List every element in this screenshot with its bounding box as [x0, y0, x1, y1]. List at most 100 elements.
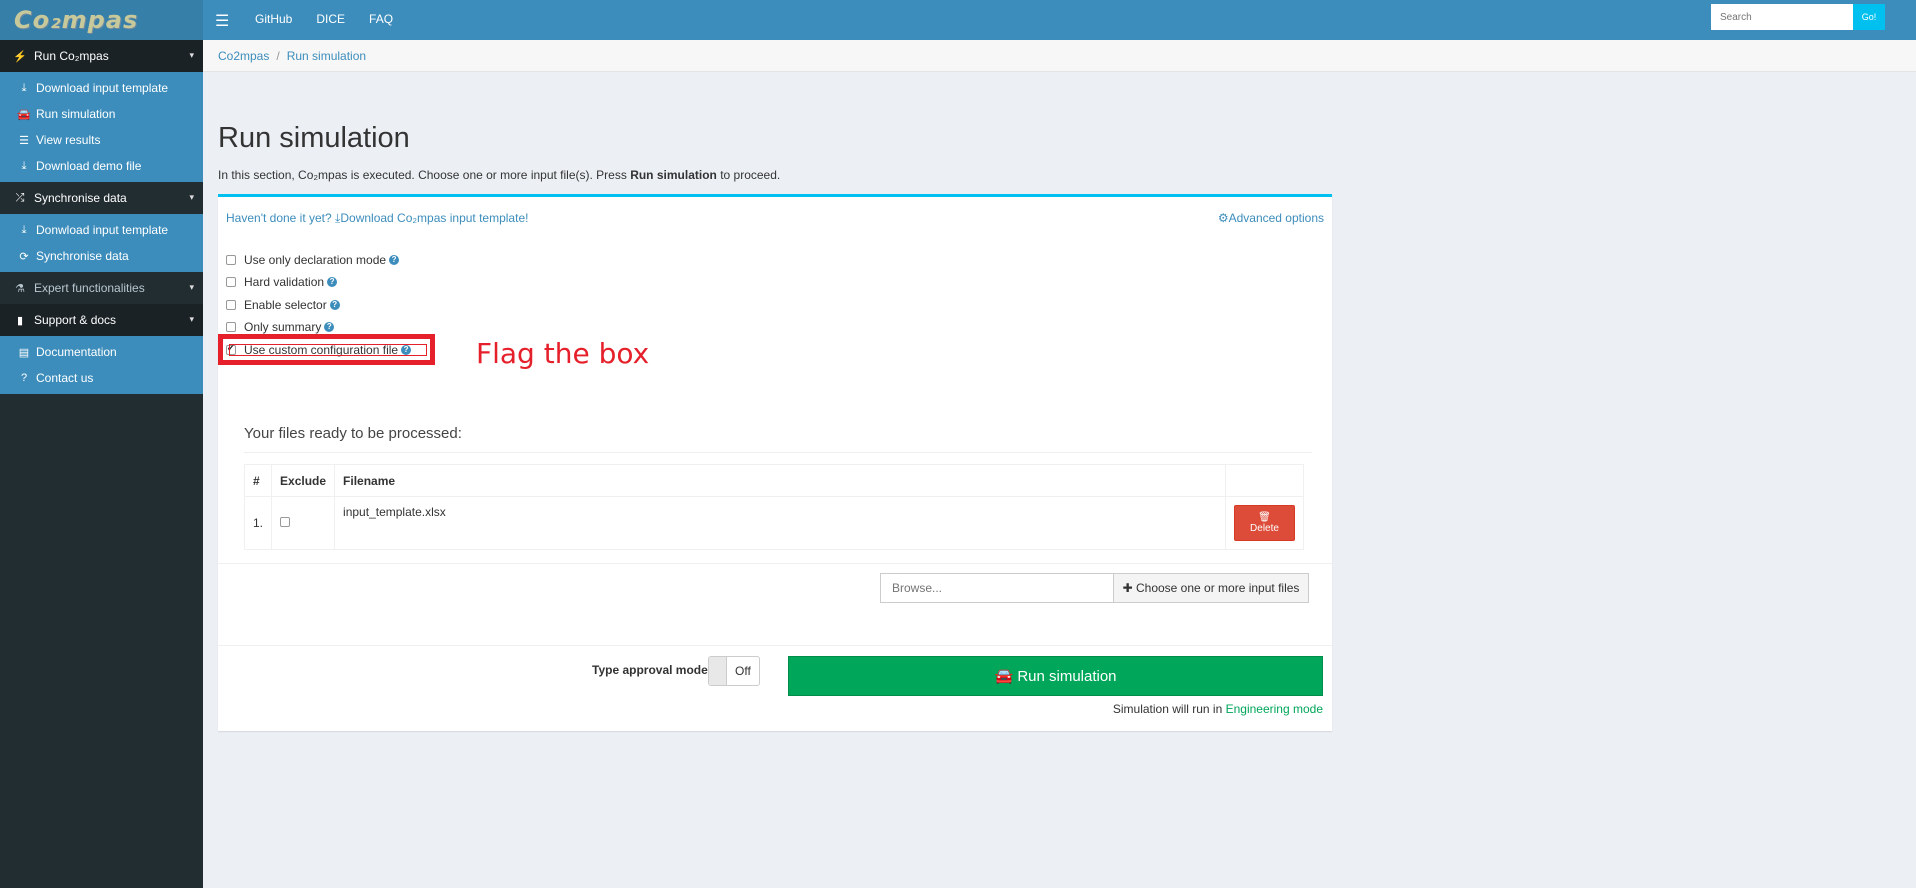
option-hard-validation[interactable]: Hard validation? [226, 275, 338, 289]
toggle-knob [709, 657, 727, 685]
gears-icon: ⚙ [1217, 211, 1229, 225]
download-icon: ⤓ [21, 81, 27, 94]
exclude-checkbox[interactable] [280, 517, 291, 527]
type-approval-label: Type approval mode [592, 663, 708, 677]
run-mode-note: Simulation will run in Engineering mode [1112, 702, 1323, 716]
shuffle-icon: ⤮ [15, 191, 25, 204]
filename-cell: input_template.xlsx [334, 496, 1226, 550]
option-only-summary[interactable]: Only summary? [226, 320, 335, 334]
breadcrumb: Co2mpas / Run simulation [203, 40, 1916, 72]
divider [218, 563, 1332, 564]
sidebar-item-download-demo-file[interactable]: ⤓ Download demo file [0, 153, 203, 179]
row-index: 1. [243, 496, 273, 550]
sidebar-section-label: Synchronise data [34, 191, 127, 205]
sidebar-section-run-compas[interactable]: ⚡ Run Co₂mpas ▾ [0, 40, 203, 72]
sidebar-item-donwload-input-template[interactable]: ⤓ Donwload input template [0, 217, 203, 243]
delete-button[interactable]: 🗑Delete [1234, 505, 1295, 541]
nav-link-dice[interactable]: DICE [304, 0, 357, 40]
action-cell: 🗑Delete [1225, 496, 1304, 550]
help-icon[interactable]: ? [324, 322, 335, 332]
exclude-cell [271, 496, 336, 550]
plus-icon: ✚ [1122, 581, 1133, 595]
annotation-highlight-box [218, 334, 435, 365]
top-nav-links: GitHub DICE FAQ [243, 0, 405, 40]
help-icon[interactable]: ? [327, 277, 338, 287]
files-section-title: Your files ready to be processed: [244, 425, 462, 442]
hamburger-icon[interactable]: ☰ [215, 11, 229, 31]
table-row: 1. input_template.xlsx 🗑Delete [243, 496, 1304, 550]
logo[interactable]: Co₂mpas [0, 0, 203, 40]
divider [218, 645, 1332, 646]
column-header-actions [1225, 464, 1304, 497]
sidebar-item-view-results[interactable]: ☰ View results [0, 127, 203, 153]
sidebar-section-expert-functionalities[interactable]: ⚗ Expert functionalities ▾ [0, 272, 203, 304]
chevron-down-icon: ▾ [189, 50, 194, 60]
only-summary-checkbox[interactable] [226, 322, 236, 332]
column-header-exclude: Exclude [271, 464, 336, 497]
download-icon: ⤓ [21, 223, 27, 236]
sidebar-section-support-docs[interactable]: ▮ Support & docs ▾ [0, 304, 203, 336]
chevron-down-icon: ▾ [189, 282, 194, 292]
sidebar-submenu-support: ▤ Documentation ? Contact us [0, 336, 203, 394]
column-header-filename: Filename [334, 464, 1226, 497]
sidebar-section-synchronise-data[interactable]: ⤮ Synchronise data ▾ [0, 182, 203, 214]
flask-icon: ⚗ [15, 282, 25, 295]
sidebar-item-contact-us[interactable]: ? Contact us [0, 365, 203, 391]
divider [244, 452, 1312, 453]
top-navbar: Co₂mpas ☰ GitHub DICE FAQ Go! [0, 0, 1916, 40]
run-simulation-button[interactable]: 🚘 Run simulation [788, 656, 1323, 696]
list-icon: ☰ [19, 134, 29, 147]
chevron-down-icon: ▾ [189, 314, 194, 324]
sidebar: ⚡ Run Co₂mpas ▾ ⤓ Download input template… [0, 40, 203, 888]
page-intro: In this section, Co₂mpas is executed. Ch… [218, 168, 781, 182]
car-icon: 🚘 [17, 108, 31, 121]
breadcrumb-separator: / [276, 48, 280, 63]
template-download-link[interactable]: Haven't done it yet? ⤓Download Co₂mpas i… [226, 211, 528, 226]
page-title: Run simulation [218, 122, 410, 154]
search-input[interactable] [1711, 4, 1853, 30]
sidebar-item-documentation[interactable]: ▤ Documentation [0, 339, 203, 365]
choose-input-files-button[interactable]: ✚ Choose one or more input files [1113, 573, 1309, 603]
hard-validation-checkbox[interactable] [226, 277, 236, 287]
chevron-down-icon: ▾ [189, 192, 194, 202]
book-icon: ▤ [18, 346, 30, 359]
bookmark-icon: ▮ [16, 314, 24, 327]
nav-link-github[interactable]: GitHub [243, 0, 304, 40]
sidebar-item-download-input-template[interactable]: ⤓ Download input template [0, 75, 203, 101]
help-icon[interactable]: ? [389, 255, 400, 265]
files-table: # Exclude Filename 1. input_template.xls… [243, 464, 1304, 550]
bolt-icon: ⚡ [13, 50, 27, 63]
sidebar-item-run-simulation[interactable]: 🚘 Run simulation [0, 101, 203, 127]
declaration-mode-checkbox[interactable] [226, 255, 236, 265]
sidebar-section-label: Run Co₂mpas [34, 49, 109, 63]
annotation-inner-outline [229, 344, 427, 356]
sidebar-item-synchronise-data[interactable]: ⟳ Synchronise data [0, 243, 203, 269]
breadcrumb-current[interactable]: Run simulation [287, 49, 366, 63]
sidebar-section-label: Support & docs [34, 313, 117, 327]
engineering-mode-link[interactable]: Engineering mode [1226, 702, 1323, 716]
option-enable-selector[interactable]: Enable selector? [226, 298, 340, 312]
sidebar-section-label: Expert functionalities [34, 281, 145, 295]
car-icon: 🚘 [994, 668, 1014, 685]
browse-input[interactable] [880, 573, 1114, 603]
type-approval-toggle[interactable]: Off [708, 656, 760, 686]
refresh-icon: ⟳ [19, 250, 29, 263]
help-icon[interactable]: ? [329, 300, 340, 310]
toggle-state: Off [735, 664, 751, 678]
sidebar-submenu-sync: ⤓ Donwload input template ⟳ Synchronise da… [0, 214, 203, 272]
trash-icon: 🗑 [1258, 512, 1271, 523]
breadcrumb-home[interactable]: Co2mpas [218, 49, 269, 63]
annotation-text: Flag the box [476, 337, 650, 370]
enable-selector-checkbox[interactable] [226, 300, 236, 310]
column-header-index: # [243, 464, 273, 497]
search-go-button[interactable]: Go! [1853, 4, 1885, 30]
search-form: Go! [1711, 4, 1885, 30]
sidebar-submenu-run: ⤓ Download input template 🚘 Run simulation… [0, 72, 203, 182]
table-header-row: # Exclude Filename [243, 464, 1304, 497]
advanced-options-link[interactable]: ⚙Advanced options [1218, 211, 1324, 225]
download-icon: ⤓ [21, 159, 27, 172]
option-declaration-mode[interactable]: Use only declaration mode? [226, 253, 400, 267]
question-circle-icon: ? [20, 372, 28, 384]
nav-link-faq[interactable]: FAQ [357, 0, 405, 40]
run-simulation-box: Haven't done it yet? ⤓Download Co₂mpas i… [218, 194, 1332, 731]
